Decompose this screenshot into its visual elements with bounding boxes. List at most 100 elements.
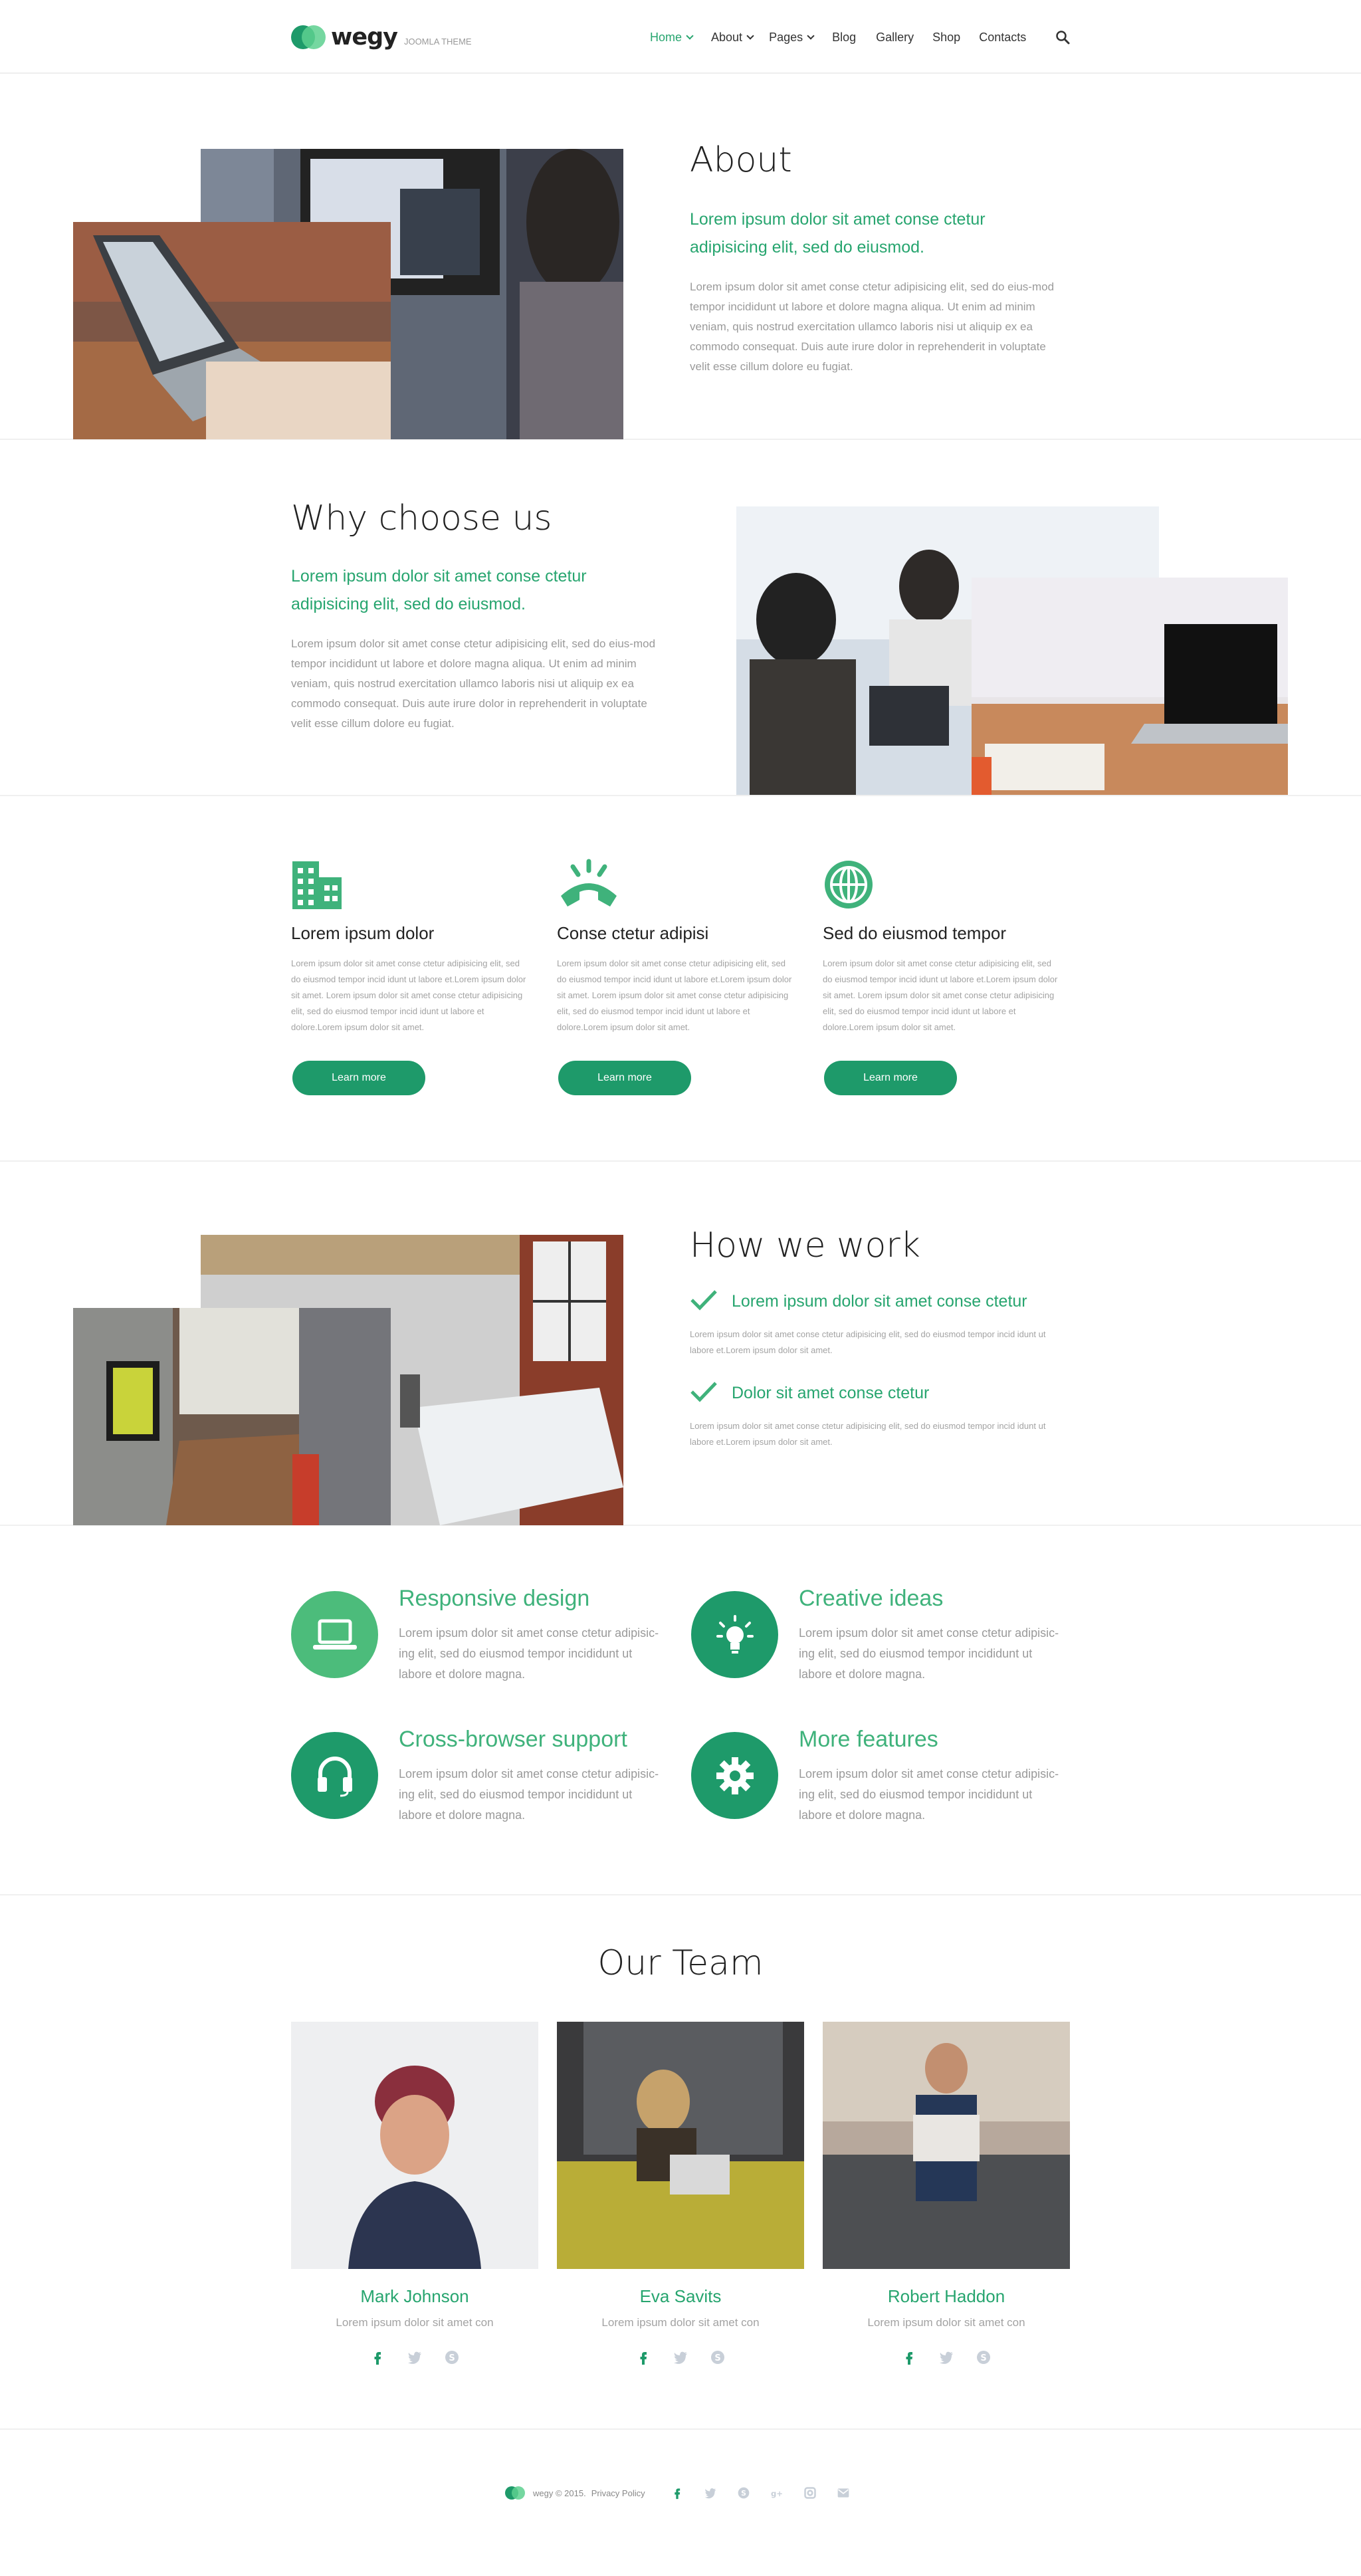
building-icon	[292, 861, 342, 909]
gear-icon	[716, 1757, 754, 1794]
nav-label: Shop	[932, 30, 961, 44]
skype-icon[interactable]: S	[737, 2486, 750, 2500]
feature-body: Lorem ipsum dolor sit amet conse ctetur …	[799, 1767, 1059, 1822]
nav-label: Contacts	[979, 30, 1027, 44]
twitter-icon[interactable]	[938, 2349, 954, 2365]
feature-title: Creative ideas	[799, 1586, 944, 1611]
twitter-icon[interactable]	[673, 2349, 688, 2365]
member-name[interactable]: Robert Haddon	[823, 2286, 1070, 2307]
feature-title: Cross-browser support	[399, 1727, 627, 1752]
service-body: Lorem ipsum dolor sit amet conse ctetur …	[291, 958, 526, 1032]
how-item-body: Lorem ipsum dolor sit amet conse ctetur …	[690, 1329, 1046, 1355]
nav-item-home[interactable]: Home	[650, 27, 694, 48]
facebook-icon[interactable]	[369, 2349, 385, 2365]
learn-more-button[interactable]: Learn more	[824, 1061, 957, 1095]
nav-item-contacts[interactable]: Contacts	[979, 27, 1026, 48]
footer-logo-icon	[505, 2486, 526, 2500]
svg-text:g+: g+	[771, 2489, 783, 2498]
why-section: Why choose us Lorem ipsum dolor sit amet…	[0, 440, 1361, 796]
brand-tagline: JOOMLA THEME	[403, 36, 472, 47]
how-section: How we work Lorem ipsum dolor sit amet c…	[0, 1162, 1361, 1526]
learn-more-button[interactable]: Learn more	[558, 1061, 691, 1095]
logo-mark-icon	[291, 25, 326, 49]
how-item-body: Lorem ipsum dolor sit amet conse ctetur …	[690, 1421, 1046, 1447]
skype-icon[interactable]: S	[710, 2349, 726, 2365]
instagram-icon[interactable]	[803, 2486, 817, 2500]
lightbulb-icon	[716, 1614, 754, 1654]
why-title: Why choose us	[291, 498, 552, 538]
site-footer: wegy © 2015. Privacy Policy S g+	[0, 2430, 1361, 2576]
chevron-down-icon	[746, 32, 754, 40]
facebook-icon[interactable]	[635, 2349, 651, 2365]
member-social: S	[291, 2349, 538, 2365]
team-photo	[557, 2022, 804, 2269]
footer-row: wegy © 2015. Privacy Policy S g+	[505, 2483, 850, 2503]
nav-label: Gallery	[876, 30, 914, 44]
features-section: Responsive design Lorem ipsum dolor sit …	[0, 1526, 1361, 1895]
office-corridor-photo-front	[73, 1308, 391, 1525]
team-photo	[291, 2022, 538, 2269]
team-title: Our Team	[597, 1943, 764, 1983]
member-name[interactable]: Eva Savits	[557, 2286, 804, 2307]
chevron-down-icon	[807, 32, 815, 40]
nav-item-gallery[interactable]: Gallery	[876, 27, 914, 48]
team-card: Mark Johnson Lorem ipsum dolor sit amet …	[291, 2022, 538, 2365]
facebook-icon[interactable]	[671, 2486, 684, 2500]
twitter-icon[interactable]	[704, 2486, 717, 2500]
google-plus-icon[interactable]: g+	[770, 2486, 784, 2500]
footer-social: S g+	[671, 2486, 850, 2500]
about-title: About	[690, 140, 792, 180]
twitter-icon[interactable]	[407, 2349, 423, 2365]
headphones-icon	[317, 1756, 352, 1796]
email-icon[interactable]	[837, 2486, 850, 2500]
skype-icon[interactable]: S	[444, 2349, 460, 2365]
check-icon	[690, 1290, 717, 1311]
chevron-down-icon	[686, 32, 694, 40]
nav-label: Pages	[769, 30, 803, 44]
nav-item-pages[interactable]: Pages	[769, 27, 815, 48]
service-title: Sed do eiusmod tempor	[823, 923, 1007, 943]
svg-text:S: S	[741, 2489, 746, 2498]
feature-title: More features	[799, 1727, 938, 1752]
check-icon	[690, 1382, 717, 1402]
svg-text:S: S	[980, 2353, 986, 2363]
laptop-icon	[312, 1619, 357, 1650]
footer-copyright: wegy © 2015.	[533, 2488, 586, 2498]
site-header: wegy JOOMLA THEME Home About Pages Blog …	[0, 0, 1361, 74]
nav-item-blog[interactable]: Blog	[832, 27, 856, 48]
laptop-desk-photo-front	[972, 578, 1288, 795]
learn-more-button[interactable]: Learn more	[292, 1061, 425, 1095]
team-card: Robert Haddon Lorem ipsum dolor sit amet…	[823, 2022, 1070, 2365]
member-role: Lorem ipsum dolor sit amet con	[601, 2316, 760, 2329]
logo[interactable]: wegy JOOMLA THEME	[291, 23, 472, 52]
facebook-icon[interactable]	[901, 2349, 917, 2365]
service-body: Lorem ipsum dolor sit amet conse ctetur …	[557, 958, 792, 1032]
feature-circle	[691, 1591, 778, 1678]
team-photo	[823, 2022, 1070, 2269]
service-body: Lorem ipsum dolor sit amet conse ctetur …	[823, 958, 1058, 1032]
member-name[interactable]: Mark Johnson	[291, 2286, 538, 2307]
privacy-policy-link[interactable]: Privacy Policy	[591, 2488, 645, 2498]
office-photo-front	[73, 222, 391, 439]
nav-label: About	[711, 30, 743, 44]
skype-icon[interactable]: S	[976, 2349, 992, 2365]
team-section: Our Team Mark Johnson Lorem ipsum dolor …	[0, 1895, 1361, 2430]
member-social: S	[557, 2349, 804, 2365]
team-card: Eva Savits Lorem ipsum dolor sit amet co…	[557, 2022, 804, 2365]
how-item-title: Lorem ipsum dolor sit amet conse ctetur	[732, 1292, 1027, 1311]
nav-label: Blog	[832, 30, 857, 44]
feature-body: Lorem ipsum dolor sit amet conse ctetur …	[399, 1626, 659, 1681]
main-nav: Home About Pages Blog Gallery Shop Conta…	[650, 27, 1026, 48]
feature-circle	[291, 1591, 378, 1678]
nav-item-shop[interactable]: Shop	[932, 27, 960, 48]
service-col-2: Conse ctetur adipisi Lorem ipsum dolor s…	[557, 859, 796, 1035]
nav-item-about[interactable]: About	[711, 27, 754, 48]
feature-body: Lorem ipsum dolor sit amet conse ctetur …	[399, 1767, 659, 1822]
service-col-1: Lorem ipsum dolor Lorem ipsum dolor sit …	[291, 859, 530, 1035]
search-icon[interactable]	[1055, 29, 1071, 45]
feature-circle	[691, 1732, 778, 1819]
about-section: About Lorem ipsum dolor sit amet conse c…	[0, 75, 1361, 440]
services-section: Lorem ipsum dolor Lorem ipsum dolor sit …	[0, 796, 1361, 1162]
service-title: Lorem ipsum dolor	[291, 923, 435, 943]
member-social: S	[823, 2349, 1070, 2365]
